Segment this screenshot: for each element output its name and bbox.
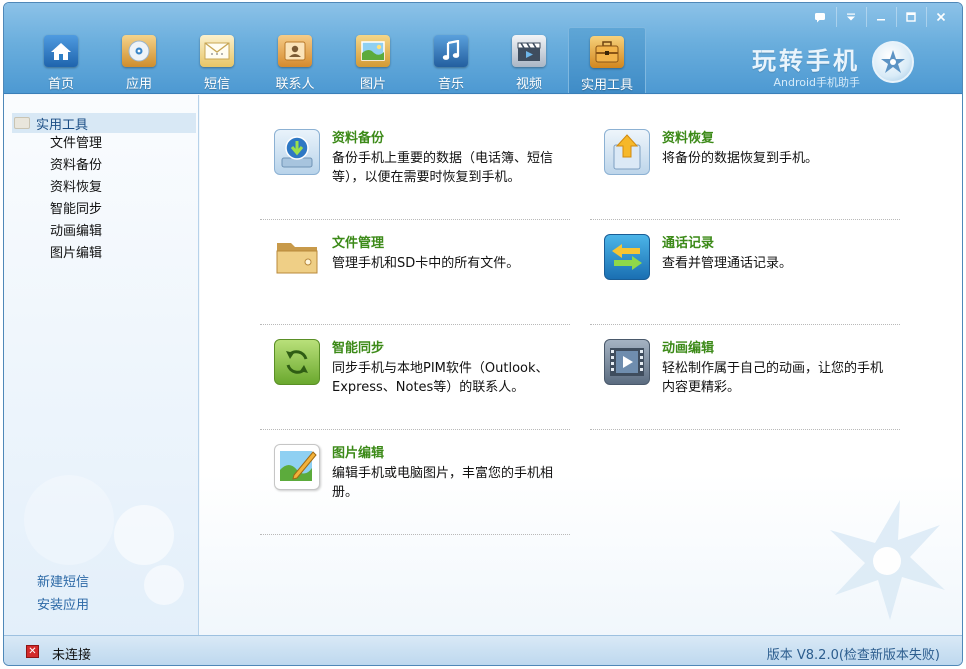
feedback-icon[interactable] [806, 7, 834, 27]
nav-item-video[interactable]: 视频 [490, 27, 568, 93]
picture-edit-icon[interactable] [274, 444, 320, 490]
nav-label: 联系人 [275, 77, 315, 92]
brand: 玩转手机 Android手机助手 [752, 41, 860, 90]
maximize-icon[interactable] [896, 7, 924, 27]
tool-title[interactable]: 图片编辑 [332, 442, 384, 461]
tools-panel: 资料备份 备份手机上重要的数据（电话簿、短信等），以便在需要时恢复到手机。 资料… [200, 95, 962, 635]
tool-description: 将备份的数据恢复到手机。 [662, 151, 819, 166]
new-sms-link[interactable]: 新建短信 [37, 571, 89, 594]
nav-item-pictures[interactable]: 图片 [334, 27, 412, 93]
brand-subtitle: Android手机助手 [773, 76, 860, 89]
cd-icon [122, 35, 156, 67]
tool-card-picture-edit: 图片编辑 编辑手机或电脑图片，丰富您的手机相册。 [260, 430, 570, 540]
nav-item-home[interactable]: 首页 [22, 27, 100, 93]
nav-label: 图片 [359, 77, 386, 92]
nav-item-contacts[interactable]: 联系人 [256, 27, 334, 93]
connection-status: 未连接 [52, 648, 92, 663]
window-controls [806, 7, 954, 27]
decor-bubble [114, 505, 174, 565]
divider [590, 429, 900, 430]
tool-description: 轻松制作属于自己的动画，让您的手机内容更精彩。 [662, 361, 884, 395]
sidebar-item-backup[interactable]: 资料备份 [12, 155, 196, 177]
tool-card-animation-edit: 动画编辑 轻松制作属于自己的动画，让您的手机内容更精彩。 [590, 325, 900, 435]
app-window: 首页 应用 短信 联系人 图片 音乐 视频 实用工具 玩转手机 Android手… [3, 2, 963, 666]
sidebar-item-restore[interactable]: 资料恢复 [12, 177, 196, 199]
contact-card-icon [278, 35, 312, 67]
music-note-icon [434, 35, 468, 67]
version-link[interactable]: 版本 V8.2.0(检查新版本失败) [767, 644, 940, 663]
call-log-arrows-icon[interactable] [604, 234, 650, 280]
tool-card-smart-sync: 智能同步 同步手机与本地PIM软件（Outlook、Express、Notes等… [260, 325, 570, 435]
minimize-icon[interactable] [866, 7, 894, 27]
backup-download-icon[interactable] [274, 129, 320, 175]
star-logo-icon [872, 41, 914, 83]
nav-item-utilities[interactable]: 实用工具 [568, 27, 646, 93]
install-app-link[interactable]: 安装应用 [37, 594, 89, 617]
home-icon [44, 35, 78, 67]
watermark-star-icon [830, 500, 945, 620]
dropdown-icon[interactable] [836, 7, 864, 27]
sidebar-item-file-manager[interactable]: 文件管理 [12, 133, 196, 155]
nav-label: 应用 [125, 77, 152, 92]
sidebar-list: 实用工具 文件管理 资料备份 资料恢复 智能同步 动画编辑 图片编辑 [12, 113, 196, 265]
nav-item-apps[interactable]: 应用 [100, 27, 178, 93]
sidebar-item-picture-edit[interactable]: 图片编辑 [12, 243, 196, 265]
nav-label: 短信 [203, 77, 230, 92]
tool-description: 编辑手机或电脑图片，丰富您的手机相册。 [332, 466, 554, 500]
sidebar-item-animation-edit[interactable]: 动画编辑 [12, 221, 196, 243]
sync-icon[interactable] [274, 339, 320, 385]
sidebar: 实用工具 文件管理 资料备份 资料恢复 智能同步 动画编辑 图片编辑 新建短信 … [4, 95, 199, 635]
disconnected-icon: ✕ [26, 645, 39, 658]
landscape-picture-icon [356, 35, 390, 67]
tool-title[interactable]: 资料恢复 [662, 127, 714, 146]
tool-description: 管理手机和SD卡中的所有文件。 [332, 256, 520, 271]
toolbox-icon [590, 36, 624, 68]
decor-bubble [24, 475, 114, 565]
tool-title[interactable]: 智能同步 [332, 337, 384, 356]
nav-label: 首页 [47, 77, 74, 92]
decor-bubble [144, 565, 184, 605]
tool-description: 查看并管理通话记录。 [662, 256, 793, 271]
tool-title[interactable]: 文件管理 [332, 232, 384, 251]
sidebar-item-smart-sync[interactable]: 智能同步 [12, 199, 196, 221]
folder-icon [14, 117, 30, 129]
nav-label: 视频 [515, 77, 542, 92]
sidebar-header-utilities[interactable]: 实用工具 [12, 113, 196, 133]
sidebar-header-label: 实用工具 [36, 117, 89, 133]
tool-card-restore: 资料恢复 将备份的数据恢复到手机。 [590, 115, 900, 225]
tool-card-call-log: 通话记录 查看并管理通话记录。 [590, 220, 900, 330]
brand-title: 玩转手机 [752, 47, 860, 75]
header-bar: 首页 应用 短信 联系人 图片 音乐 视频 实用工具 玩转手机 Android手… [4, 3, 962, 94]
folder-icon[interactable] [274, 234, 320, 280]
envelope-icon [200, 35, 234, 67]
clapperboard-icon [512, 35, 546, 67]
tool-description: 同步手机与本地PIM软件（Outlook、Express、Notes等）的联系人… [332, 361, 549, 395]
tool-title[interactable]: 资料备份 [332, 127, 384, 146]
tool-title[interactable]: 动画编辑 [662, 337, 714, 356]
tool-description: 备份手机上重要的数据（电话簿、短信等），以便在需要时恢复到手机。 [332, 151, 554, 185]
main-nav: 首页 应用 短信 联系人 图片 音乐 视频 实用工具 [22, 27, 646, 93]
close-icon[interactable] [926, 7, 954, 27]
restore-upload-icon[interactable] [604, 129, 650, 175]
divider [260, 534, 570, 535]
status-bar: ✕ 未连接 版本 V8.2.0(检查新版本失败) [4, 635, 962, 665]
tool-card-backup: 资料备份 备份手机上重要的数据（电话簿、短信等），以便在需要时恢复到手机。 [260, 115, 570, 225]
tool-card-file-manager: 文件管理 管理手机和SD卡中的所有文件。 [260, 220, 570, 330]
nav-label: 音乐 [437, 77, 464, 92]
nav-label: 实用工具 [580, 78, 633, 93]
film-play-icon[interactable] [604, 339, 650, 385]
nav-item-sms[interactable]: 短信 [178, 27, 256, 93]
tool-title[interactable]: 通话记录 [662, 232, 714, 251]
nav-item-music[interactable]: 音乐 [412, 27, 490, 93]
sidebar-links: 新建短信 安装应用 [37, 571, 89, 617]
